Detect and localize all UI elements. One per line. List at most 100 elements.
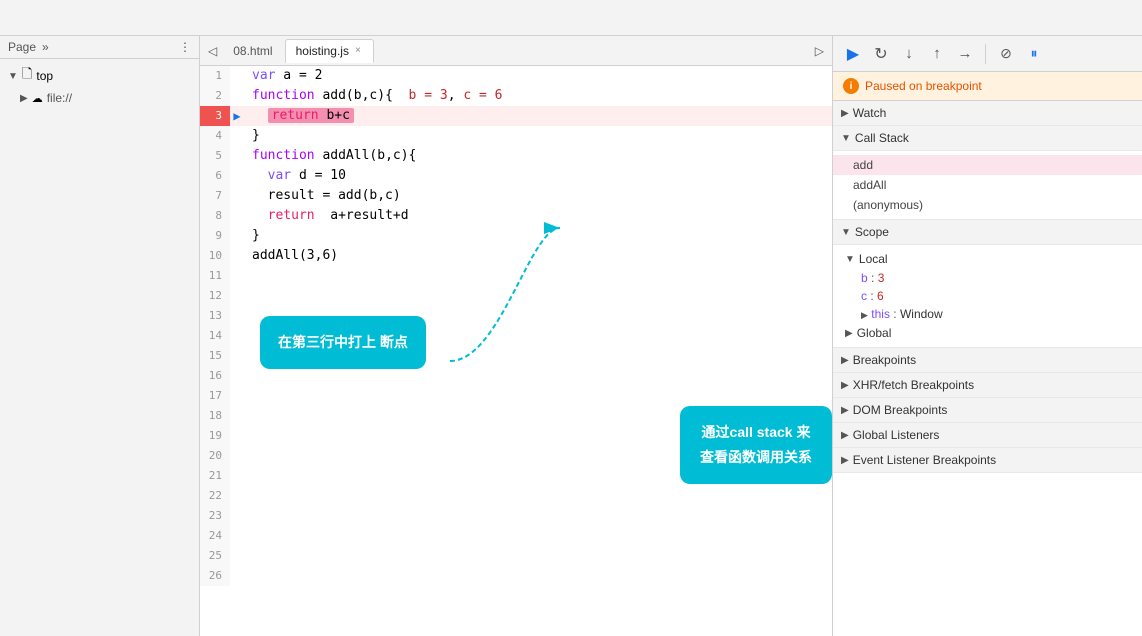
sidebar: Page » ⋮ ▼ 🗋 top ▶ ☁ file:// — [0, 36, 200, 636]
code-line-5: 5function addAll(b,c){ — [200, 146, 832, 166]
line-number-24: 24 — [200, 526, 230, 546]
nav-right-icon[interactable]: ▷ — [811, 44, 828, 58]
var-b-colon: : — [871, 271, 878, 285]
section-watch[interactable]: ▶ Watch — [833, 101, 1142, 126]
line-content-5: function addAll(b,c){ — [244, 146, 832, 166]
sidebar-item-top[interactable]: ▼ 🗋 top — [0, 63, 199, 89]
bp-triangle: ▶ — [841, 355, 849, 366]
line-content-10: addAll(3,6) — [244, 246, 832, 266]
annotation-left: 在第三行中打上 断点 — [260, 316, 426, 369]
deactivate-icon[interactable]: ⊘ — [994, 42, 1018, 66]
section-call-stack[interactable]: ▼ Call Stack — [833, 126, 1142, 151]
call-stack-label: Call Stack — [855, 131, 909, 145]
tab-08html-label: 08.html — [233, 44, 272, 58]
scope-triangle: ▼ — [841, 227, 851, 238]
dom-triangle: ▶ — [841, 405, 849, 416]
triangle-icon: ▼ — [8, 71, 18, 82]
code-line-23: 23 — [200, 506, 832, 526]
breakpoint-status: i Paused on breakpoint — [833, 72, 1142, 101]
line-number-21: 21 — [200, 466, 230, 486]
page-tab[interactable]: Page — [8, 40, 36, 54]
scope-global[interactable]: ▶ Global — [833, 323, 1142, 343]
line-content-9: } — [244, 226, 832, 246]
right-sections[interactable]: ▶ Watch ▼ Call Stack addaddAll(anonymous… — [833, 101, 1142, 636]
code-line-1: 1var a = 2 — [200, 66, 832, 86]
line-content-6: var d = 10 — [244, 166, 832, 186]
editor-content[interactable]: 1var a = 22function add(b,c){ b = 3, c =… — [200, 66, 832, 636]
global-triangle: ▶ — [845, 328, 853, 339]
watch-label: Watch — [853, 106, 887, 120]
sidebar-item-file[interactable]: ▶ ☁ file:// — [0, 89, 199, 107]
step-into-icon[interactable]: ↓ — [897, 42, 921, 66]
folder-icon: 🗋 — [22, 65, 32, 87]
pause-icon[interactable]: ⏸ — [1022, 42, 1046, 66]
section-dom[interactable]: ▶ DOM Breakpoints — [833, 398, 1142, 423]
separator1 — [985, 44, 986, 64]
scope-var-b: b : 3 — [833, 269, 1142, 287]
status-text: Paused on breakpoint — [865, 79, 982, 93]
line-number-6: 6 — [200, 166, 230, 186]
section-xhr[interactable]: ▶ XHR/fetch Breakpoints — [833, 373, 1142, 398]
section-global-listeners[interactable]: ▶ Global Listeners — [833, 423, 1142, 448]
code-line-4: 4} — [200, 126, 832, 146]
line-content-1: var a = 2 — [244, 66, 832, 86]
line-number-23: 23 — [200, 506, 230, 526]
scope-this: ▶ this : Window — [833, 305, 1142, 323]
bp-label: Breakpoints — [853, 353, 916, 367]
cloud-icon: ☁ — [32, 92, 43, 105]
status-icon: i — [843, 78, 859, 94]
local-triangle: ▼ — [845, 254, 855, 265]
step-over-icon[interactable]: ↻ — [869, 42, 893, 66]
line-content-8: return a+result+d — [244, 206, 832, 226]
call-stack-item-0[interactable]: add — [833, 155, 1142, 175]
code-line-8: 8 return a+result+d — [200, 206, 832, 226]
line-content-3: return b+c — [244, 106, 832, 126]
main-layout: Page » ⋮ ▼ 🗋 top ▶ ☁ file:// — [0, 36, 1142, 636]
el-label: Event Listener Breakpoints — [853, 453, 996, 467]
line-number-10: 10 — [200, 246, 230, 266]
sidebar-content: ▼ 🗋 top ▶ ☁ file:// — [0, 59, 199, 111]
this-triangle: ▶ — [861, 310, 868, 320]
section-breakpoints[interactable]: ▶ Breakpoints — [833, 348, 1142, 373]
editor-tabs: ◁ 08.html hoisting.js × ▷ — [200, 36, 832, 66]
code-line-3: 3▶ return b+c — [200, 106, 832, 126]
section-scope[interactable]: ▼ Scope — [833, 220, 1142, 245]
code-line-11: 11 — [200, 266, 832, 286]
var-b-name: b — [861, 271, 868, 285]
nav-left-icon[interactable]: ◁ — [204, 44, 221, 58]
options-icon[interactable]: ⋮ — [179, 40, 191, 54]
var-b-val: 3 — [878, 271, 885, 285]
line-number-17: 17 — [200, 386, 230, 406]
line-number-9: 9 — [200, 226, 230, 246]
triangle-icon-file: ▶ — [20, 93, 28, 104]
step-icon[interactable]: → — [953, 42, 977, 66]
line-number-7: 7 — [200, 186, 230, 206]
annotation-center: 通过call stack 来 查看函数调用关系 — [680, 406, 832, 484]
tab-hoistingjs[interactable]: hoisting.js × — [285, 39, 374, 63]
section-event-listeners[interactable]: ▶ Event Listener Breakpoints — [833, 448, 1142, 473]
scope-label: Scope — [855, 225, 889, 239]
this-colon: : — [893, 307, 900, 321]
xhr-triangle: ▶ — [841, 380, 849, 391]
call-stack-item-2[interactable]: (anonymous) — [833, 195, 1142, 215]
more-icon[interactable]: » — [42, 40, 49, 54]
line-number-3: 3 — [200, 106, 230, 126]
local-label: Local — [859, 252, 888, 266]
code-line-12: 12 — [200, 286, 832, 306]
gl-label: Global Listeners — [853, 428, 940, 442]
code-line-7: 7 result = add(b,c) — [200, 186, 832, 206]
scope-local[interactable]: ▼ Local — [833, 249, 1142, 269]
call-stack-item-1[interactable]: addAll — [833, 175, 1142, 195]
line-number-15: 15 — [200, 346, 230, 366]
el-triangle: ▶ — [841, 455, 849, 466]
step-out-icon[interactable]: ↑ — [925, 42, 949, 66]
tab-08html[interactable]: 08.html — [223, 40, 282, 62]
right-panel: ▶ ↻ ↓ ↑ → ⊘ ⏸ i Paused on breakpoint — [832, 36, 1142, 636]
line-content-2: function add(b,c){ b = 3, c = 6 — [244, 86, 832, 106]
line-number-19: 19 — [200, 426, 230, 446]
tab-close-icon[interactable]: × — [353, 45, 363, 56]
resume-icon[interactable]: ▶ — [841, 42, 865, 66]
call-stack-triangle: ▼ — [841, 133, 851, 144]
top-label: top — [36, 69, 53, 83]
scope-content: ▼ Local b : 3 c : 6 ▶ t — [833, 245, 1142, 348]
